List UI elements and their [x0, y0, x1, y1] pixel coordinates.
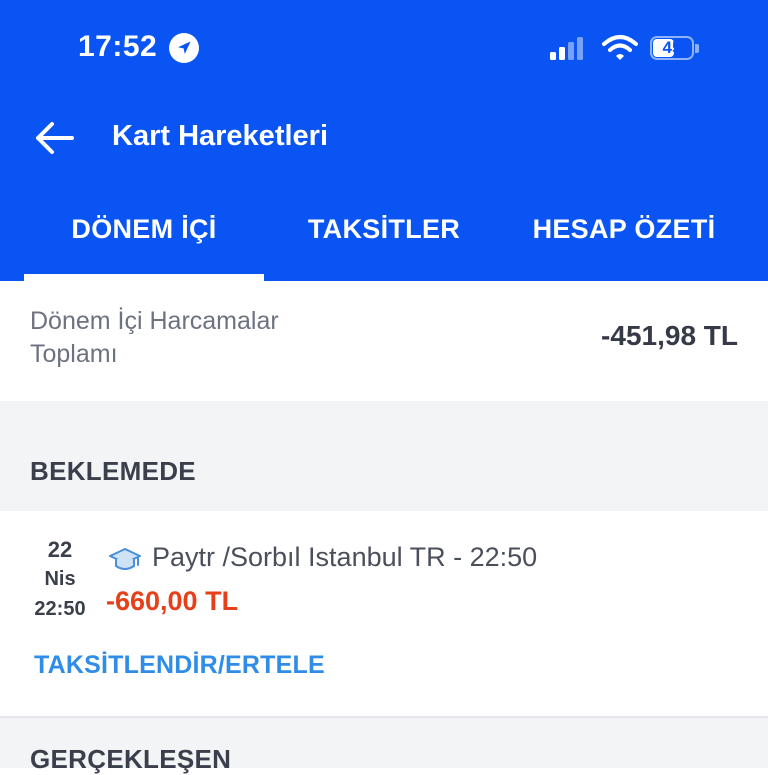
app-header: 17:52 45 Kart Hareketleri DÖNEM İÇİ TAKS… [0, 0, 768, 281]
page-title: Kart Hareketleri [112, 120, 328, 152]
section-title-pending: BEKLEMEDE [30, 456, 196, 486]
installment-defer-link[interactable]: TAKSİTLENDİR/ERTELE [34, 651, 325, 680]
section-divider [0, 716, 768, 718]
active-tab-indicator [24, 274, 264, 281]
transaction-description: Paytr /Sorbıl Istanbul TR - 22:50 [152, 542, 538, 572]
cellular-signal-icon [550, 37, 583, 60]
summary-label: Dönem İçi Harcamalar Toplamı [30, 307, 279, 368]
tab-hesap-ozeti[interactable]: HESAP ÖZETİ [504, 214, 744, 245]
wifi-icon [602, 35, 638, 60]
graduation-cap-icon [109, 548, 141, 570]
arrow-left-icon[interactable] [32, 118, 78, 158]
transaction-day: 22 [47, 537, 73, 562]
battery-icon: 45 [650, 36, 700, 62]
tab-taksitler[interactable]: TAKSİTLER [264, 214, 504, 245]
section-title-completed: GERÇEKLEŞEN [30, 744, 232, 774]
transaction-time: 22:50 [34, 598, 86, 620]
transaction-amount: -660,00 TL [106, 586, 239, 616]
tab-donem-ici[interactable]: DÖNEM İÇİ [24, 214, 264, 245]
transaction-month: Nis [44, 568, 76, 590]
status-time: 17:52 [78, 30, 158, 63]
battery-level: 45 [662, 38, 682, 57]
location-arrow-icon [169, 33, 199, 63]
summary-value: -451,98 TL [601, 320, 738, 351]
